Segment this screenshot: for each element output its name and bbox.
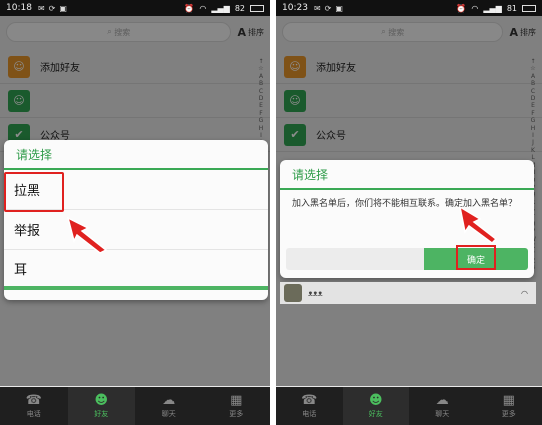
status-icons: ✉ ⟳ ▣ (314, 4, 343, 13)
choose-dialog: 请选择 拉黑 举报 耳 (4, 140, 268, 300)
decorative-glyphs: ᴥᴥᴥ (308, 288, 323, 298)
chat-icon: ☁ (435, 393, 449, 408)
pointer-arrow-icon (458, 205, 498, 244)
signal-icon: ▂▄▆ (211, 3, 230, 13)
wifi-icon: ◠ (471, 3, 479, 13)
notification-icon: ✉ (313, 3, 321, 13)
dialog-title: 请选择 (4, 140, 268, 170)
more-icon: ▦ (502, 393, 515, 408)
nav-label: 好友 (368, 410, 383, 418)
dialog-buttons: 确定 (286, 245, 528, 270)
image-icon: ▣ (335, 3, 343, 13)
right-screenshot: 10:23 ✉ ⟳ ▣ ⏰ ◠ ▂▄▆ 81 ⌕ 搜索 A 排序 ☺ 添加好友 … (276, 0, 542, 425)
nav-label: 好友 (94, 410, 109, 418)
signal-icon: ▂▄▆ (483, 3, 502, 13)
nav-more[interactable]: ▦ 更多 (476, 387, 542, 425)
cancel-button[interactable] (286, 248, 424, 270)
nav-friends[interactable]: ☻ 好友 (67, 387, 135, 425)
nav-label: 聊天 (161, 410, 176, 418)
nav-chat[interactable]: ☁ 聊天 (135, 387, 203, 425)
confirm-button[interactable]: 确定 (424, 245, 528, 270)
nav-label: 电话 (302, 410, 317, 418)
wifi-icon: ◠ (521, 288, 528, 298)
left-screenshot: 10:18 ✉ ⟳ ▣ ⏰ ◠ ▂▄▆ 82 ⌕ 搜索 A 排序 ☺ 添加好友 … (0, 0, 270, 425)
phone-icon: ☎ (25, 393, 42, 408)
sync-icon: ⟳ (324, 3, 332, 13)
nav-more[interactable]: ▦ 更多 (203, 387, 271, 425)
highlight-box (456, 245, 496, 270)
nav-friends[interactable]: ☻ 好友 (342, 387, 409, 425)
status-time: 10:23 (282, 3, 308, 13)
friends-icon: ☻ (94, 393, 109, 408)
status-bar: 10:23 ✉ ⟳ ▣ ⏰ ◠ ▂▄▆ 81 (276, 0, 542, 16)
nav-chat[interactable]: ☁ 聊天 (409, 387, 476, 425)
chat-icon: ☁ (162, 393, 176, 408)
pointer-arrow-icon (66, 216, 108, 254)
battery-icon (522, 4, 536, 12)
photo-avatar (284, 284, 302, 302)
alarm-icon: ⏰ (184, 3, 195, 13)
bottom-nav: ☎ 电话 ☻ 好友 ☁ 聊天 ▦ 更多 (0, 387, 270, 425)
nav-label: 聊天 (435, 410, 450, 418)
friends-icon: ☻ (368, 393, 383, 408)
battery-level: 82 (234, 3, 245, 13)
notification-icon: ✉ (37, 3, 45, 13)
phone-icon: ☎ (301, 393, 318, 408)
option-report[interactable]: 举报 (4, 210, 268, 250)
nav-label: 电话 (26, 410, 41, 418)
nav-label: 更多 (501, 410, 516, 418)
highlight-box (4, 172, 64, 212)
nav-phone[interactable]: ☎ 电话 (0, 387, 68, 425)
battery-icon (250, 4, 264, 12)
option-third[interactable]: 耳 (4, 250, 268, 290)
status-icons: ✉ ⟳ ▣ (38, 4, 67, 13)
contact-row-photo[interactable]: ᴥᴥᴥ ◠ (280, 282, 536, 304)
nav-label: 更多 (229, 410, 244, 418)
nav-phone[interactable]: ☎ 电话 (276, 387, 343, 425)
dialog-title: 请选择 (280, 160, 534, 190)
image-icon: ▣ (59, 3, 67, 13)
option-report-label: 举报 (14, 224, 41, 239)
status-time: 10:18 (6, 3, 32, 13)
alarm-icon: ⏰ (456, 3, 467, 13)
status-bar: 10:18 ✉ ⟳ ▣ ⏰ ◠ ▂▄▆ 82 (0, 0, 270, 16)
more-icon: ▦ (230, 393, 243, 408)
bottom-nav: ☎ 电话 ☻ 好友 ☁ 聊天 ▦ 更多 (276, 387, 542, 425)
option-third-label: 耳 (14, 262, 28, 278)
battery-level: 81 (506, 3, 517, 13)
wifi-icon: ◠ (199, 3, 207, 13)
sync-icon: ⟳ (48, 3, 56, 13)
